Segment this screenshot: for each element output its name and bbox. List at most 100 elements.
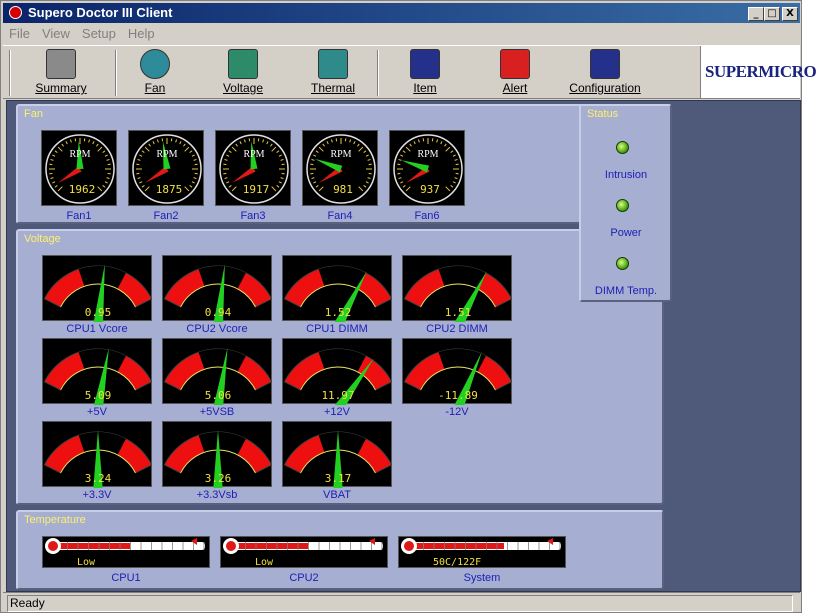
menu-setup[interactable]: Setup bbox=[76, 24, 122, 43]
voltage-gauge[interactable]: 3.17 bbox=[282, 421, 393, 492]
voltage-gauge-dial: 1.52 bbox=[283, 265, 393, 329]
voltage-gauge[interactable]: 0.94 bbox=[162, 255, 273, 327]
title-bar[interactable]: Supero Doctor III Client _ □ X bbox=[3, 3, 800, 23]
fan-gauge[interactable]: RPM 981 bbox=[302, 130, 378, 206]
supermicro-logo: SUPERMICRO bbox=[700, 46, 817, 98]
temperature-panel-title: Temperature bbox=[24, 514, 86, 526]
voltage-gauge[interactable]: 3.26 bbox=[162, 421, 273, 492]
voltage-gauge[interactable]: -11.89 bbox=[402, 338, 513, 411]
status-led bbox=[616, 141, 629, 154]
voltage-gauge[interactable]: 5.06 bbox=[162, 338, 273, 410]
fan-panel: Fan RPM 1962 Fan1 RPM 1875 Fan2 RPM 1917 Fan3 RPM… bbox=[16, 104, 664, 224]
fan-icon bbox=[140, 49, 170, 79]
temperature-gauge[interactable]: 50C/122F bbox=[398, 536, 566, 568]
toolbar-item-button[interactable]: Item bbox=[395, 49, 455, 95]
voltage-gauge-dial: 5.06 bbox=[163, 347, 273, 410]
temperature-gauge[interactable]: Low bbox=[220, 536, 388, 568]
fan-panel-title: Fan bbox=[24, 108, 43, 120]
voltage-gauge[interactable]: 3.24 bbox=[42, 421, 153, 492]
voltage-gauge-dial: 1.51 bbox=[403, 265, 513, 329]
toolbar-separator bbox=[115, 50, 117, 96]
voltage-label: +3.3Vsb bbox=[196, 489, 238, 501]
thermometer: Low bbox=[223, 538, 383, 568]
voltage-value: 1.52 bbox=[325, 306, 352, 319]
thermal-icon bbox=[318, 49, 348, 79]
voltage-label: CPU1 DIMM bbox=[306, 323, 368, 335]
fan-value: 937 bbox=[420, 183, 440, 196]
toolbar-thermal-button[interactable]: Thermal bbox=[303, 49, 363, 95]
voltage-value: 0.95 bbox=[85, 306, 112, 319]
fan-unit: RPM bbox=[330, 149, 351, 160]
status-text: Ready bbox=[7, 595, 793, 612]
voltage-gauge-dial: 3.24 bbox=[43, 430, 153, 492]
voltage-gauge-dial: -11.89 bbox=[403, 348, 513, 411]
status-label: Power bbox=[610, 227, 642, 239]
thermometer: Low bbox=[45, 538, 205, 568]
voltage-gauge[interactable]: 1.51 bbox=[402, 255, 513, 329]
fan-label: Fan6 bbox=[414, 210, 440, 222]
thermometer: 50C/122F bbox=[401, 538, 561, 568]
voltage-label: CPU1 Vcore bbox=[66, 323, 128, 335]
toolbar-voltage-label: Voltage bbox=[222, 81, 264, 95]
voltage-gauge[interactable]: 11.97 bbox=[282, 338, 393, 412]
fan-gauge-dial: RPM 1917 bbox=[219, 134, 289, 204]
fan-unit: RPM bbox=[243, 149, 264, 160]
toolbar-configuration-label: Configuration bbox=[569, 81, 641, 95]
toolbar-configuration-button[interactable]: Configuration bbox=[563, 49, 647, 95]
toolbar-summary-button[interactable]: Summary bbox=[31, 49, 91, 95]
fan-value: 1875 bbox=[156, 183, 183, 196]
item-icon bbox=[410, 49, 440, 79]
thermometer-level bbox=[55, 543, 130, 549]
menu-bar: File View Setup Help bbox=[3, 24, 800, 44]
voltage-panel-title: Voltage bbox=[24, 233, 61, 245]
temperature-panel: Temperature Low CPU1 Low CPU2 50C/122F System bbox=[16, 510, 664, 590]
status-panel: Status Intrusion Power DIMM Temp. bbox=[579, 104, 672, 302]
maximize-button[interactable]: □ bbox=[764, 7, 780, 21]
toolbar-item-label: Item bbox=[413, 81, 437, 95]
toolbar-fan-button[interactable]: Fan bbox=[125, 49, 185, 95]
voltage-gauge-dial: 3.17 bbox=[283, 430, 393, 492]
fan-label: Fan3 bbox=[240, 210, 266, 222]
menu-view[interactable]: View bbox=[36, 24, 76, 43]
voltage-gauge[interactable]: 1.52 bbox=[282, 255, 393, 329]
temperature-gauge[interactable]: Low bbox=[42, 536, 210, 568]
app-icon bbox=[9, 6, 22, 19]
voltage-icon bbox=[228, 49, 258, 79]
status-led bbox=[616, 199, 629, 212]
fan-gauge[interactable]: RPM 1962 bbox=[41, 130, 117, 206]
voltage-gauge[interactable]: 5.09 bbox=[42, 338, 153, 410]
toolbar-alert-button[interactable]: Alert bbox=[485, 49, 545, 95]
toolbar-separator bbox=[377, 50, 379, 96]
voltage-label: +5V bbox=[87, 406, 107, 418]
close-button[interactable]: X bbox=[782, 7, 798, 21]
fan-unit: RPM bbox=[69, 149, 90, 160]
toolbar: Summary Fan Voltage Thermal Item Alert C… bbox=[3, 45, 817, 99]
voltage-value: 5.09 bbox=[85, 389, 112, 402]
fan-label: Fan1 bbox=[66, 210, 92, 222]
voltage-label: +12V bbox=[324, 406, 350, 418]
menu-help[interactable]: Help bbox=[122, 24, 161, 43]
fan-value: 1917 bbox=[243, 183, 270, 196]
voltage-value: -11.89 bbox=[438, 389, 478, 402]
fan-gauge[interactable]: RPM 1875 bbox=[128, 130, 204, 206]
status-panel-title: Status bbox=[587, 108, 619, 120]
thermometer-level bbox=[233, 543, 308, 549]
fan-value: 1962 bbox=[69, 183, 96, 196]
voltage-label: +3.3V bbox=[82, 489, 112, 501]
temperature-value: Low bbox=[77, 557, 96, 568]
voltage-label: CPU2 DIMM bbox=[426, 323, 488, 335]
temperature-label: System bbox=[463, 572, 501, 584]
toolbar-separator bbox=[9, 50, 11, 96]
menu-file[interactable]: File bbox=[3, 24, 36, 43]
fan-value: 981 bbox=[333, 183, 353, 196]
toolbar-summary-label: Summary bbox=[35, 81, 87, 95]
thermometer-level bbox=[411, 543, 504, 549]
toolbar-voltage-button[interactable]: Voltage bbox=[213, 49, 273, 95]
voltage-value: 3.24 bbox=[85, 472, 112, 485]
fan-label: Fan4 bbox=[327, 210, 353, 222]
fan-gauge[interactable]: RPM 1917 bbox=[215, 130, 291, 206]
monitor-area: Fan RPM 1962 Fan1 RPM 1875 Fan2 RPM 1917 Fan3 RPM… bbox=[6, 100, 801, 592]
voltage-gauge[interactable]: 0.95 bbox=[42, 255, 153, 327]
fan-gauge[interactable]: RPM 937 bbox=[389, 130, 465, 206]
minimize-button[interactable]: _ bbox=[748, 7, 764, 21]
